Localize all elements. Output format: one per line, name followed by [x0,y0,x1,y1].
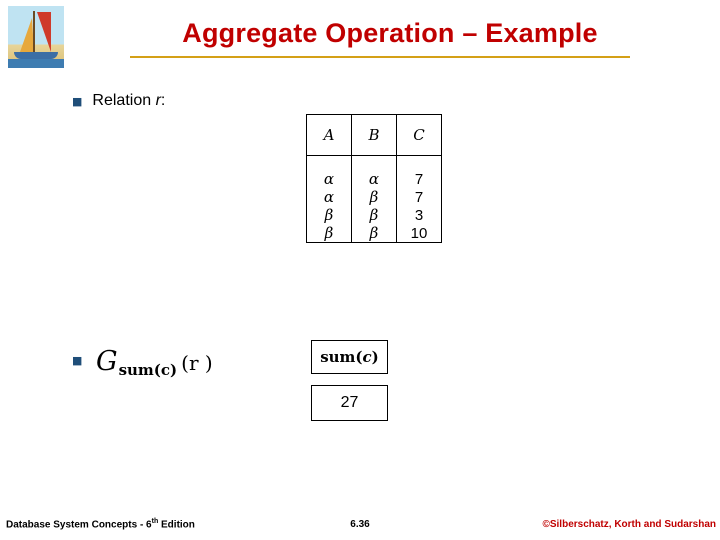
logo-sail-red [34,12,51,52]
table-row: α β 7 [306,188,442,206]
table-row: β β 10 [306,224,442,243]
bullet-aggregate-expression: ■ [72,355,92,366]
cell-r1c1: β [351,188,397,206]
table-row: α α 7 [306,170,442,188]
bullet-relation-prefix: Relation [92,92,156,109]
cell-r1c0: α [306,188,352,206]
bullet-relation-r: ■ Relation r: [72,92,165,110]
cell-r0c2: 7 [396,170,442,188]
title-underline [130,56,630,58]
cell-r3c2: 10 [396,224,442,243]
bullet-relation-text: Relation r: [92,92,165,110]
relation-header-a: A [306,114,352,156]
logo-mast [33,11,35,53]
cell-r0c0: α [306,170,352,188]
bullet-marker-icon: ■ [72,95,83,108]
aggregate-expression: G sum(c) (r ) [96,346,213,379]
result-header-prefix: sum( [320,348,363,366]
logo-hull [14,52,58,59]
cell-r1c2: 7 [396,188,442,206]
result-table-header: sum(c ) [311,340,388,374]
relation-table: A B C α α 7 α β 7 β β 3 β β 10 [306,114,442,243]
spacer-cell-3 [396,155,442,170]
table-row: β β 3 [306,206,442,224]
spacer-cell-1 [306,155,352,170]
slide-title: Aggregate Operation – Example [182,18,598,48]
cell-r3c1: β [351,224,397,243]
result-header-attr: c [362,348,372,366]
table-header-row: A B C [306,114,442,156]
sailboat-logo [8,6,64,68]
result-table-value: 27 [311,385,388,421]
bullet-marker-icon: ■ [72,354,83,367]
cell-r2c2: 3 [396,206,442,224]
cell-r2c1: β [351,206,397,224]
spacer-cell-2 [351,155,397,170]
aggregate-subscript: sum(c) [118,361,178,379]
logo-sail-orange [20,18,34,52]
cell-r2c0: β [306,206,352,224]
relation-header-c: C [396,114,442,156]
footer-copyright: ©Silberschatz, Korth and Sudarshan [542,519,716,530]
result-header-tail: ) [371,348,379,366]
aggregate-operator-symbol: G [96,346,118,377]
relation-header-b: B [351,114,397,156]
cell-r3c0: β [306,224,352,243]
cell-r0c1: α [351,170,397,188]
logo-sea [8,59,64,68]
bullet-relation-suffix: : [160,92,166,109]
aggregate-argument: (r ) [181,351,213,375]
table-spacer-row [306,155,442,170]
